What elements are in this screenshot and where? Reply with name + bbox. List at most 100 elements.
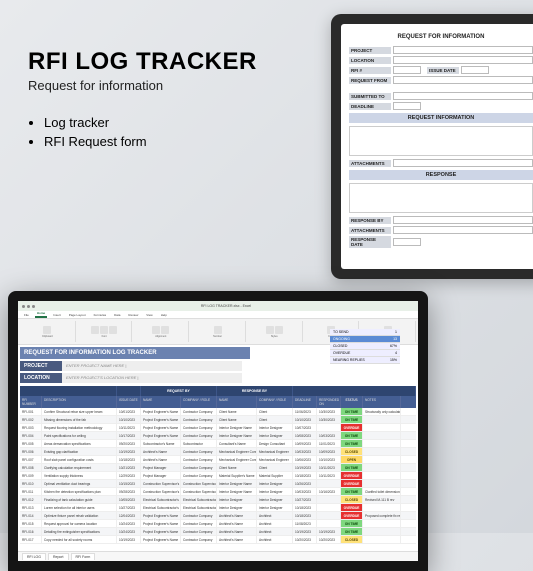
table-row[interactable]: RFI-006Existing gap clarification10/19/2…	[20, 448, 416, 456]
sheet-tab-rfi-form[interactable]: RFI Form	[71, 553, 96, 560]
field-request-from[interactable]	[393, 76, 533, 84]
bold-icon[interactable]	[91, 326, 99, 334]
field-submitted-to[interactable]	[393, 92, 533, 100]
table-row[interactable]: RFI-015Request approval for camera locat…	[20, 520, 416, 528]
ribbon-tab-home[interactable]: Home	[35, 310, 47, 318]
table-row[interactable]: RFI-003Request flooring installation met…	[20, 424, 416, 432]
cell-req-name: Project Engineer's Name	[141, 536, 181, 543]
cell-responded: 10/09/2023	[317, 448, 341, 455]
cell-deadline: 10/26/2023	[293, 480, 317, 487]
field-resp-attachments[interactable]	[393, 226, 533, 234]
ribbon-tab-data[interactable]: Data	[112, 312, 122, 318]
field-deadline[interactable]	[393, 102, 421, 110]
table-row[interactable]: RFI-017Copy needed for all society rooms…	[20, 536, 416, 544]
table-row[interactable]: RFI-012Finalizing of tank calculation gu…	[20, 496, 416, 504]
field-response-date[interactable]	[393, 238, 421, 246]
cell-id: RFI-014	[20, 512, 42, 519]
ribbon-tab-page-layout[interactable]: Page Layout	[67, 312, 88, 318]
italic-icon[interactable]	[100, 326, 108, 334]
field-response-by[interactable]	[393, 216, 533, 224]
cell-req-co: Electrical Subcontractor	[181, 504, 217, 511]
cell-deadline: 10/18/2023	[293, 472, 317, 479]
ribbon-tab-review[interactable]: Review	[126, 312, 140, 318]
table-row[interactable]: RFI-013Lorem selection for all interior …	[20, 504, 416, 512]
cell-status: OVERDUE	[341, 504, 363, 511]
cell-notes	[363, 440, 401, 447]
conditional-format-icon[interactable]	[266, 326, 274, 334]
cell-req-name: Subcontractor's Name	[141, 440, 181, 447]
cell-deadline: 10/18/2023	[293, 512, 317, 519]
table-row[interactable]: RFI-002Missing dimensions of the fab10/1…	[20, 416, 416, 424]
cell-responded	[317, 504, 341, 511]
label-resp-attachments: ATTACHMENTS	[349, 227, 391, 234]
cell-deadline: 10/19/2023	[293, 464, 317, 471]
cell-deadline: 11/06/2023	[293, 408, 317, 415]
cell-req-name: Architect's Name	[141, 448, 181, 455]
project-input[interactable]: ENTER PROJECT NAME HERE |	[62, 361, 242, 371]
cell-req-co: Contractor Company	[181, 520, 217, 527]
cell-issue-date: 09/20/2023	[117, 440, 141, 447]
cell-status: OVERDUE	[341, 472, 363, 479]
cell-notes	[363, 520, 401, 527]
field-request-info[interactable]	[349, 126, 533, 156]
tablet-mockup: REQUEST FOR INFORMATION PROJECT LOCATION…	[331, 14, 533, 279]
table-row[interactable]: RFI-016Detailing fire extinguisher speci…	[20, 528, 416, 536]
label-location: LOCATION	[349, 57, 391, 64]
form-title: REQUEST FOR INFORMATION	[349, 34, 533, 40]
table-row[interactable]: RFI-011Kitchen fire detection specificat…	[20, 488, 416, 496]
stats-summary: TO SEND1 ONGOING13 CLOSED67% OVERDUE4 NE…	[330, 329, 400, 364]
ribbon-tab-help[interactable]: Help	[159, 312, 169, 318]
field-issue-date[interactable]	[461, 66, 489, 74]
location-input[interactable]: ENTER PROJECT'S LOCATION HERE |	[62, 373, 242, 383]
cell-id: RFI-007	[20, 456, 42, 463]
underline-icon[interactable]	[109, 326, 117, 334]
cell-req-co: Construction Supervisor	[181, 488, 217, 495]
table-row[interactable]: RFI-010Optimal ventilation duct bearings…	[20, 480, 416, 488]
excel-window: RFI LOG TRACKER.xlsx - Excel File Home I…	[18, 301, 418, 561]
cell-resp-name: Consultant's Name	[217, 440, 257, 447]
align-center-icon[interactable]	[161, 326, 169, 334]
align-left-icon[interactable]	[152, 326, 160, 334]
cell-req-name: Construction Supervisor's Name	[141, 488, 181, 495]
cell-desc: Ventilation supply thickness	[42, 472, 117, 479]
worksheet[interactable]: REQUEST FOR INFORMATION LOG TRACKER TO S…	[18, 345, 418, 546]
table-row[interactable]: RFI-005Areas demarcation specifications0…	[20, 440, 416, 448]
table-row[interactable]: RFI-008Clarifying calculation requiremen…	[20, 464, 416, 472]
table-row[interactable]: RFI-009Ventilation supply thickness12/29…	[20, 472, 416, 480]
table-row[interactable]: RFI-001Confirm Structural rebar size upp…	[20, 408, 416, 416]
table-row[interactable]: RFI-007Roof slab panel configuration cos…	[20, 456, 416, 464]
sheet-tab-rfi-log[interactable]: RFI LOG	[22, 553, 46, 560]
cell-req-co: Contractor Company	[181, 464, 217, 471]
cell-status: ON TIME	[341, 464, 363, 471]
table-row[interactable]: RFI-004Paint specifications for ceiling1…	[20, 432, 416, 440]
field-project[interactable]	[393, 46, 533, 54]
field-attachments[interactable]	[393, 159, 533, 167]
table-row[interactable]: RFI-014Optimize fixture panel rehab vali…	[20, 512, 416, 520]
number-format-icon[interactable]	[214, 326, 222, 334]
field-location[interactable]	[393, 56, 533, 64]
ribbon-tab-insert[interactable]: Insert	[51, 312, 63, 318]
cell-notes	[363, 480, 401, 487]
cell-resp-name: Architect's Name	[217, 528, 257, 535]
ribbon-tab-formulas[interactable]: Formulas	[92, 312, 109, 318]
cell-resp-name: Client Name	[217, 416, 257, 423]
cell-deadline: 10/10/2023	[293, 416, 317, 423]
cell-resp-name: Architect's Name	[217, 520, 257, 527]
field-response[interactable]	[349, 183, 533, 213]
cell-responded	[317, 480, 341, 487]
cell-styles-icon[interactable]	[275, 326, 283, 334]
ribbon-tab-view[interactable]: View	[144, 312, 154, 318]
paste-icon[interactable]	[43, 326, 51, 334]
field-rfi-no[interactable]	[393, 66, 421, 74]
cell-req-name: Project Engineer's Name	[141, 408, 181, 415]
cell-status: ON TIME	[341, 528, 363, 535]
project-label: PROJECT	[20, 361, 62, 371]
ribbon-tab-file[interactable]: File	[22, 312, 31, 318]
cell-status: OVERDUE	[341, 480, 363, 487]
cell-req-co: Construction Supervisor	[181, 480, 217, 487]
cell-req-co: Electrical Subcontractor	[181, 496, 217, 503]
cell-req-co: Contractor Company	[181, 424, 217, 431]
cell-issue-date: 10/17/2023	[117, 432, 141, 439]
sheet-tab-report[interactable]: Report	[48, 553, 69, 560]
window-controls-icon[interactable]	[22, 305, 35, 308]
